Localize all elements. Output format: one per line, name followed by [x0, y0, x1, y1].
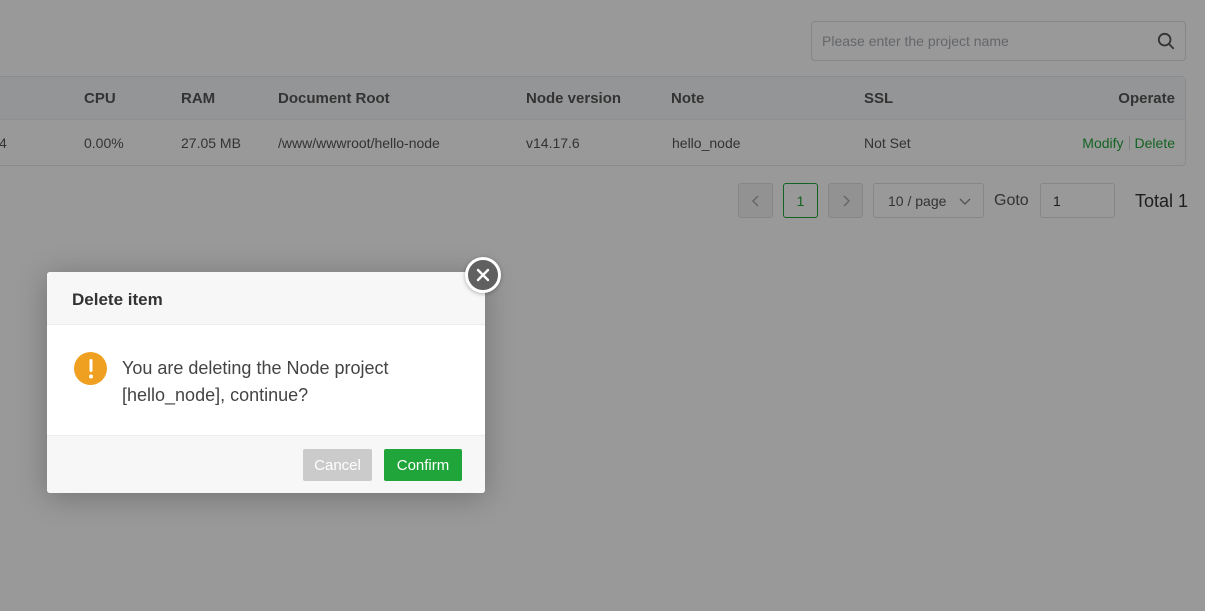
close-icon	[476, 268, 490, 282]
dialog-message: You are deleting the Node project [hello…	[122, 358, 389, 405]
dialog-close-button[interactable]	[465, 257, 501, 293]
dialog-body: You are deleting the Node project [hello…	[47, 325, 485, 435]
confirm-button[interactable]: Confirm	[384, 449, 462, 481]
warning-icon	[74, 352, 107, 385]
dialog-title: Delete item	[72, 290, 163, 309]
cancel-button[interactable]: Cancel	[303, 449, 372, 481]
dialog-header: Delete item	[47, 272, 485, 325]
dialog-footer: Cancel Confirm	[47, 435, 485, 493]
delete-confirm-dialog: Delete item You are deleting the Node pr…	[47, 272, 485, 493]
